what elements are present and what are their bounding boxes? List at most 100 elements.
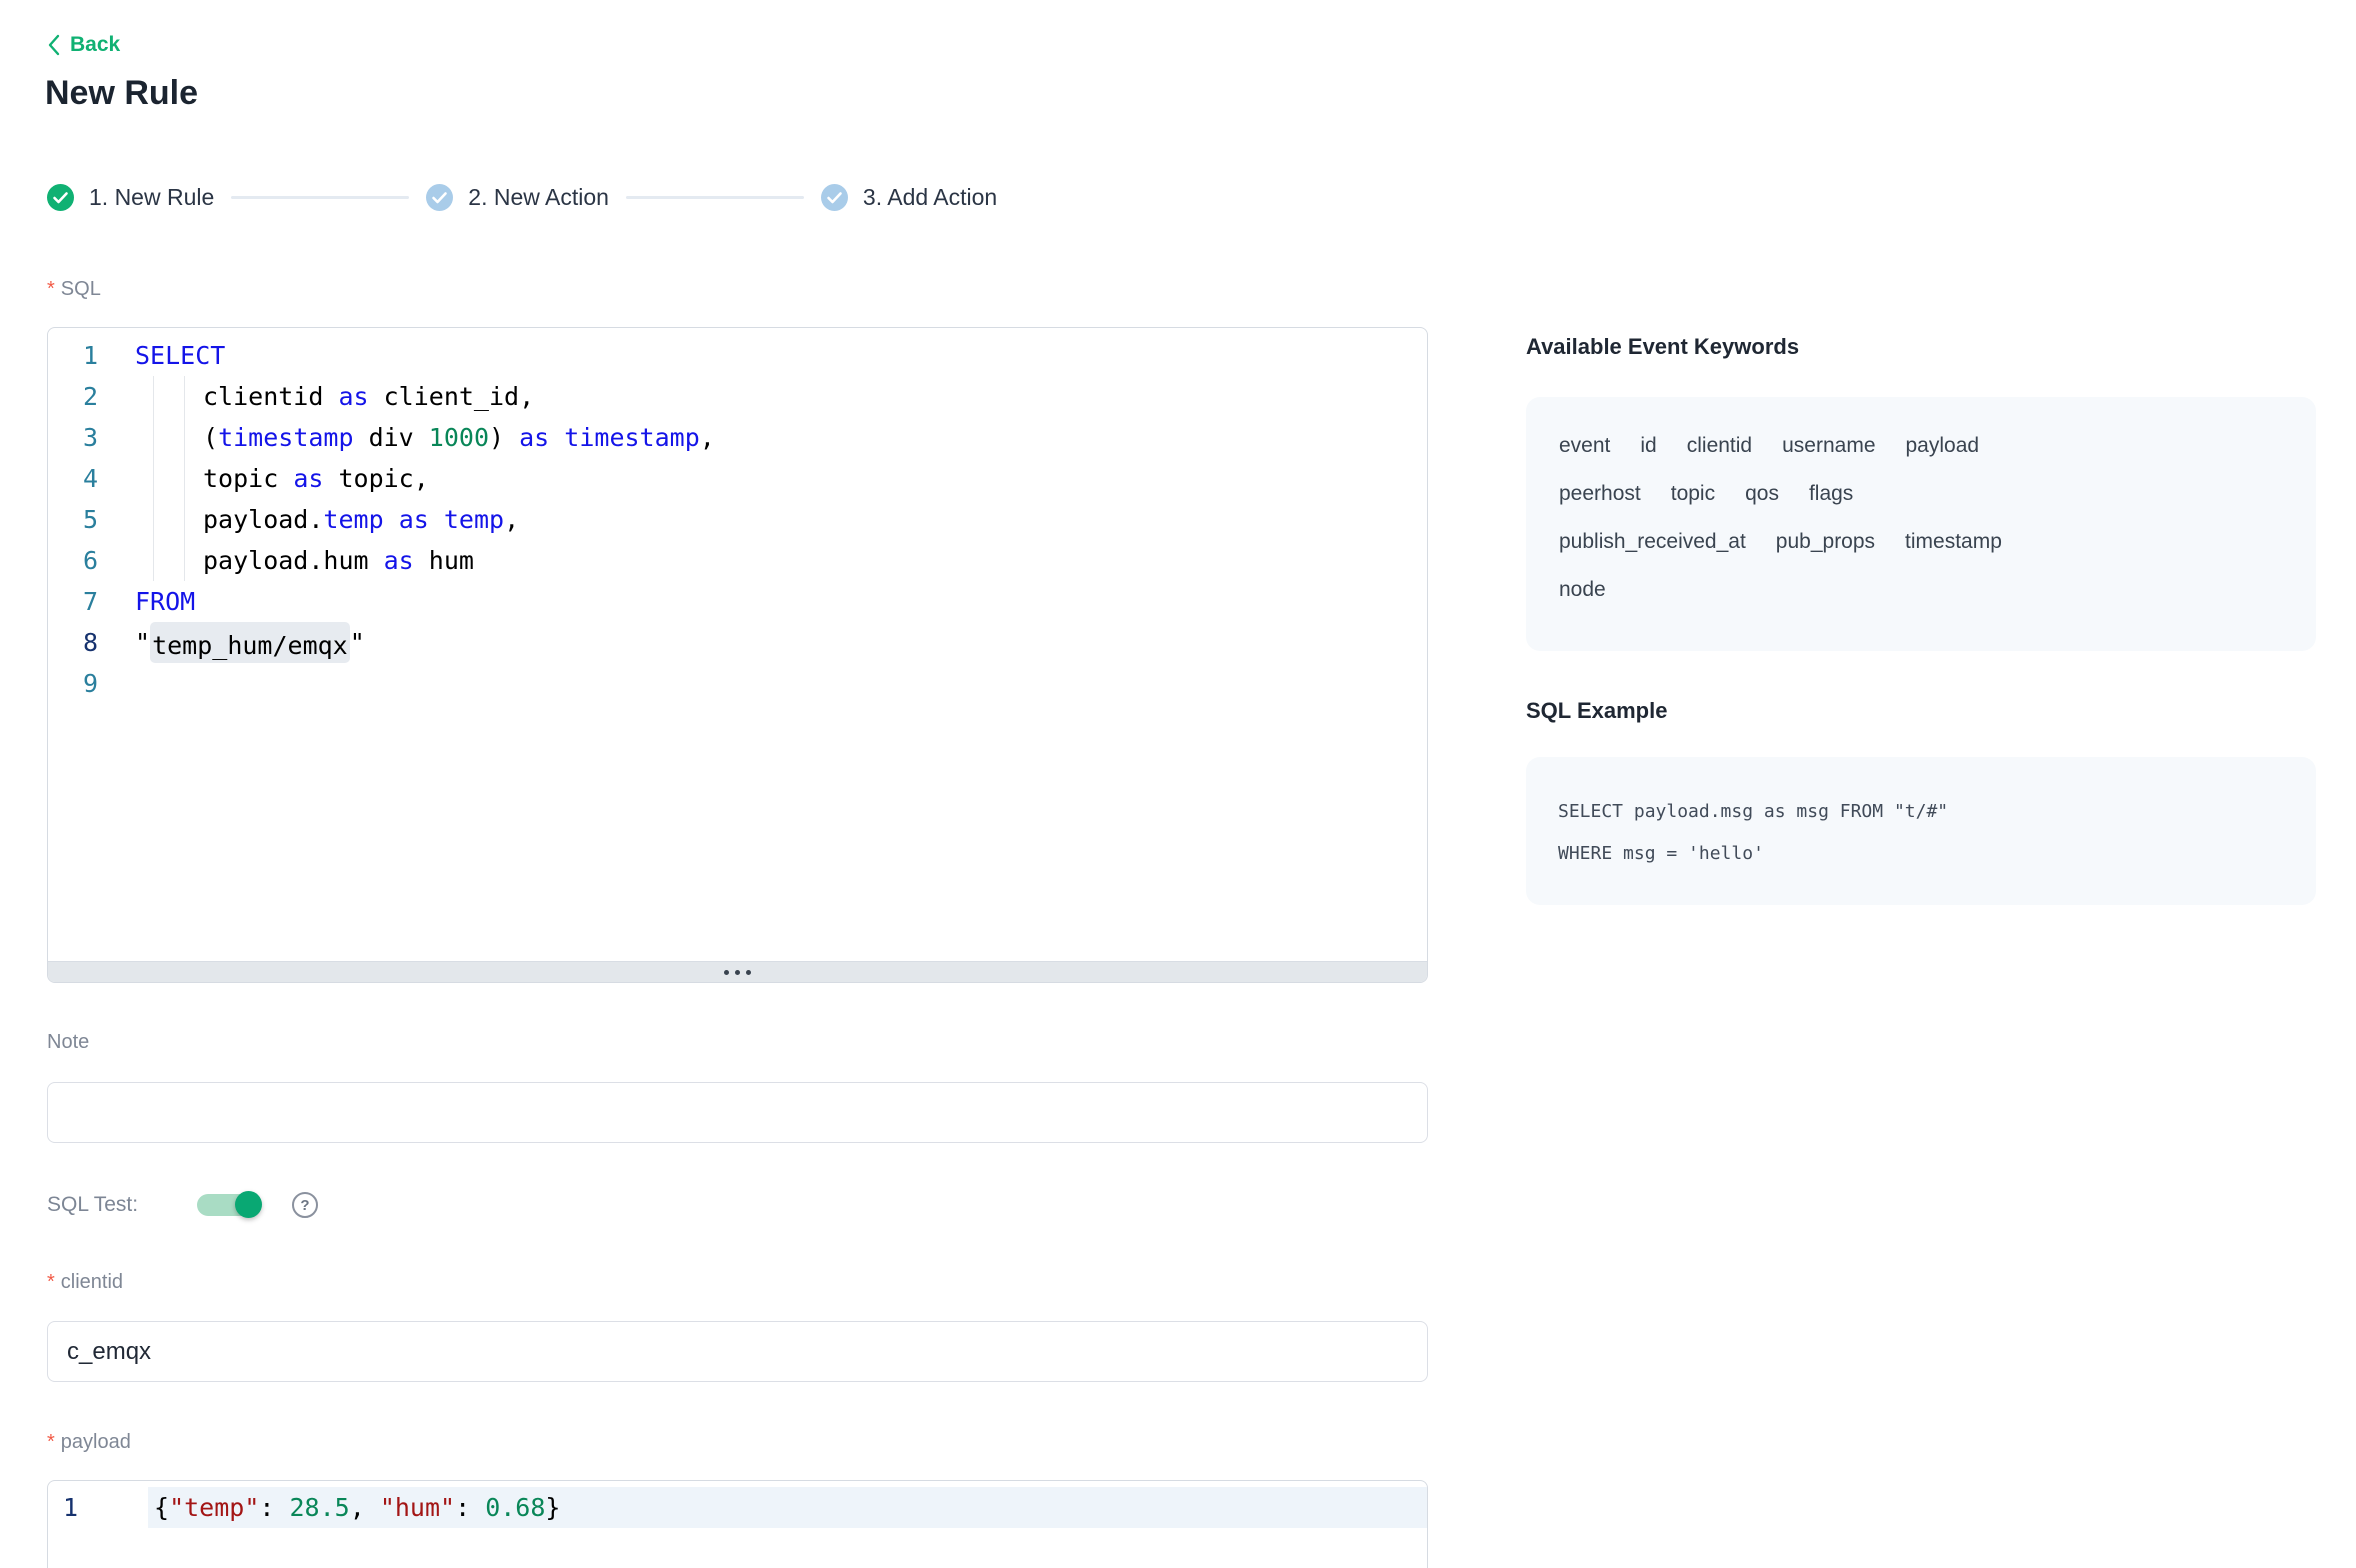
code-token: as: [293, 464, 323, 493]
editor-resize-handle[interactable]: [48, 961, 1427, 982]
event-keyword: pub_props: [1776, 530, 1875, 554]
code-token: timestamp: [218, 423, 353, 452]
event-keyword: username: [1782, 434, 1875, 458]
highlighted-token: temp_hum/emqx: [150, 622, 350, 663]
code-line: 1{"temp": 28.5, "hum": 0.68}: [48, 1487, 1427, 1528]
code-token: ): [489, 423, 519, 452]
payload-field-label: * payload: [47, 1431, 131, 1454]
code-token: topic,: [323, 464, 428, 493]
code-token: 0.68: [485, 1493, 545, 1522]
step-3[interactable]: 3. Add Action: [821, 184, 997, 211]
code-token: timestamp: [564, 423, 699, 452]
code-content: payload.hum as hum: [135, 540, 474, 581]
back-link[interactable]: Back: [47, 33, 120, 57]
event-keyword: topic: [1671, 482, 1715, 506]
code-content: SELECT: [135, 335, 225, 376]
indent-guide: [153, 376, 154, 417]
code-token: ,: [700, 423, 715, 452]
code-token: payload.hum: [203, 546, 384, 575]
sql-test-toggle[interactable]: [197, 1194, 260, 1216]
drag-dot: [746, 970, 751, 975]
code-text: payload.temp as temp,: [203, 499, 519, 540]
code-token: ": [350, 622, 365, 663]
indent-guide: [153, 499, 154, 540]
new-rule-page: Back New Rule 1. New Rule2. New Action3.…: [0, 0, 2356, 1568]
clientid-field-label: * clientid: [47, 1271, 123, 1294]
code-line: 3(timestamp div 1000) as timestamp,: [48, 417, 1427, 458]
payload-code-editor[interactable]: 1{"temp": 28.5, "hum": 0.68}: [47, 1480, 1428, 1568]
indent-guide: [153, 458, 154, 499]
sql-example-title: SQL Example: [1526, 698, 1667, 724]
code-token: :: [259, 1493, 289, 1522]
code-token: as: [384, 546, 414, 575]
step-connector: [231, 196, 409, 199]
event-keyword: id: [1640, 434, 1656, 458]
code-content: FROM: [135, 581, 195, 622]
code-token: :: [455, 1493, 485, 1522]
code-token: {: [154, 1493, 169, 1522]
code-line: 9: [48, 663, 1427, 704]
code-text: topic as topic,: [203, 458, 429, 499]
event-keyword: node: [1559, 578, 1606, 602]
code-token: temp: [444, 505, 504, 534]
step-1[interactable]: 1. New Rule: [47, 184, 214, 211]
steps-bar: 1. New Rule 2. New Action 3. Add Action: [47, 182, 997, 212]
clientid-input[interactable]: [47, 1321, 1428, 1382]
required-marker: *: [47, 278, 55, 301]
chevron-left-icon: [47, 34, 60, 56]
step-label: 1. New Rule: [89, 184, 214, 211]
code-token: clientid: [203, 382, 338, 411]
required-marker: *: [47, 1271, 55, 1294]
code-token: }: [545, 1493, 560, 1522]
code-token: 1000: [429, 423, 489, 452]
event-keyword: peerhost: [1559, 482, 1641, 506]
question-mark-icon[interactable]: ?: [292, 1192, 318, 1218]
code-token: as: [338, 382, 368, 411]
note-field-label: Note: [47, 1031, 89, 1054]
code-text: (timestamp div 1000) as timestamp,: [203, 417, 715, 458]
code-token: payload.: [203, 505, 323, 534]
code-token: ,: [504, 505, 519, 534]
code-token: div: [354, 423, 429, 452]
line-number: 2: [48, 376, 98, 417]
event-keyword: timestamp: [1905, 530, 2002, 554]
code-text: clientid as client_id,: [203, 376, 534, 417]
code-token: temp: [323, 505, 383, 534]
code-token: FROM: [135, 581, 195, 622]
code-content: "temp_hum/emqx": [135, 622, 365, 663]
note-input[interactable]: [47, 1082, 1428, 1143]
sql-test-label: SQL Test:: [47, 1193, 197, 1217]
code-token: [429, 505, 444, 534]
code-token: (: [203, 423, 218, 452]
code-content: (timestamp div 1000) as timestamp,: [135, 417, 715, 458]
indent-guide: [153, 540, 154, 581]
sql-field-label: * SQL: [47, 278, 101, 301]
keyword-row: publish_received_at pub_props timestamp: [1559, 518, 2283, 566]
sql-code-editor[interactable]: 1SELECT2clientid as client_id,3(timestam…: [47, 327, 1428, 983]
code-token: [549, 423, 564, 452]
line-number: 9: [48, 663, 98, 704]
step-label: 3. Add Action: [863, 184, 997, 211]
event-keyword: event: [1559, 434, 1610, 458]
code-token: client_id,: [369, 382, 535, 411]
code-line: 2 clientid as client_id,: [48, 376, 1427, 417]
code-token: "temp": [169, 1493, 259, 1522]
indent-guide: [184, 376, 185, 417]
code-token: hum: [414, 546, 474, 575]
code-token: ,: [350, 1493, 380, 1522]
step-2[interactable]: 2. New Action: [426, 184, 609, 211]
check-circle-icon: [821, 184, 848, 211]
code-line: 6payload.hum as hum: [48, 540, 1427, 581]
drag-dot: [724, 970, 729, 975]
check-circle-icon: [47, 184, 74, 211]
code-token: as: [519, 423, 549, 452]
code-token: SELECT: [135, 335, 225, 376]
line-number: 1: [48, 1487, 78, 1528]
code-token: ": [135, 622, 150, 663]
code-token: topic: [203, 464, 293, 493]
event-keyword: publish_received_at: [1559, 530, 1746, 554]
code-content: topic as topic,: [135, 458, 429, 499]
event-keywords-panel: eventidclientidusernamepayloadpeerhostto…: [1526, 397, 2316, 651]
keyword-row: node: [1559, 566, 2283, 614]
code-text: payload.hum as hum: [203, 540, 474, 581]
